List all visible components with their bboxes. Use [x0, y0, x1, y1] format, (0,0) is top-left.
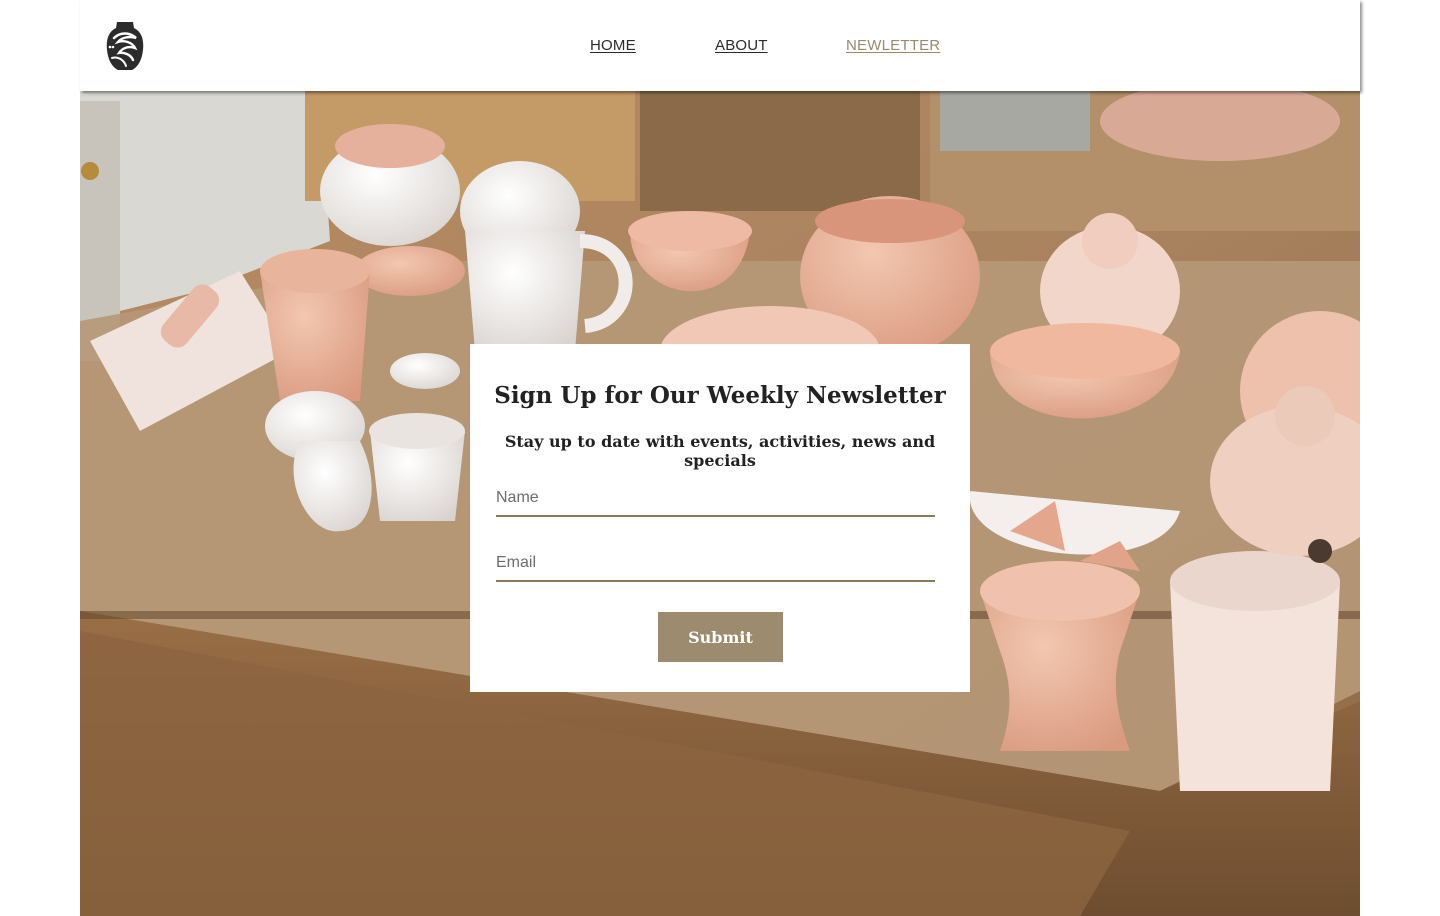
newsletter-title: Sign Up for Our Weekly Newsletter — [494, 382, 946, 409]
newsletter-card: Sign Up for Our Weekly Newsletter Stay u… — [470, 344, 970, 692]
name-field[interactable] — [496, 485, 935, 517]
site-header: HOME ABOUT NEWLETTER — [80, 0, 1360, 91]
nav-newsletter-link[interactable]: NEWLETTER — [846, 37, 940, 54]
vase-logo-icon[interactable] — [104, 20, 146, 72]
submit-button[interactable]: Submit — [658, 612, 783, 662]
nav-about-link[interactable]: ABOUT — [715, 37, 768, 54]
newsletter-subtitle: Stay up to date with events, activities,… — [504, 432, 936, 470]
nav-home-link[interactable]: HOME — [590, 37, 636, 54]
email-field[interactable] — [496, 550, 935, 582]
